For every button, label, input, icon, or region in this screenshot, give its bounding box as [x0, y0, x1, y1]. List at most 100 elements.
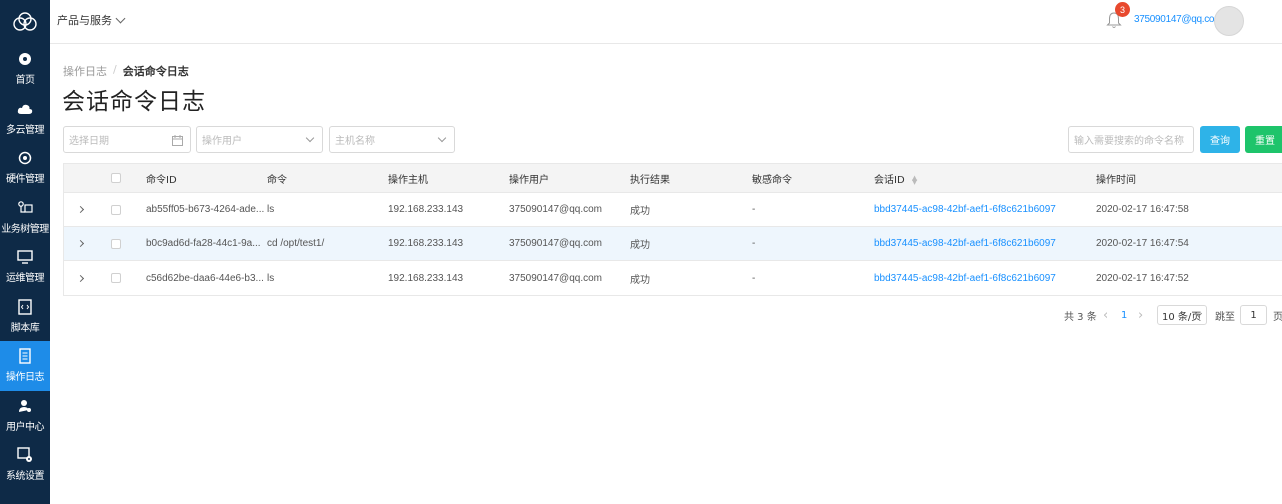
sidebar-item-cloud[interactable]: 多云管理 — [0, 94, 50, 144]
expand-row-icon[interactable] — [76, 239, 85, 248]
user-email-link[interactable]: 375090147@qq.com — [1134, 14, 1223, 25]
cloud-icon — [17, 101, 33, 117]
jump-label: 跳至 — [1215, 311, 1235, 323]
jump-page-input[interactable]: 1 — [1240, 305, 1267, 325]
sidebar-item-script[interactable]: 脚本库 — [0, 292, 50, 342]
sidebar-item-settings[interactable]: 系统设置 — [0, 440, 50, 490]
table-row[interactable]: ab55ff05-b673-4264-ade... ls 192.168.233… — [64, 193, 1282, 227]
home-icon — [17, 51, 33, 67]
cell-session-id-link[interactable]: bbd37445-ac98-42bf-aef1-6f8c621b6097 — [874, 273, 1056, 284]
next-page-button[interactable]: › — [1138, 305, 1143, 325]
command-search-placeholder: 输入需要搜索的命令名称 — [1074, 136, 1184, 147]
breadcrumb-separator: / — [113, 63, 117, 76]
query-button[interactable]: 查询 — [1200, 126, 1240, 153]
host-select[interactable]: 主机名称 — [329, 126, 455, 153]
sidebar-item-label: 运维管理 — [6, 273, 45, 285]
calendar-icon — [172, 135, 183, 146]
tree-icon — [17, 200, 33, 216]
date-picker-placeholder: 选择日期 — [69, 136, 109, 147]
column-header-session-id-label: 会话ID — [874, 174, 905, 186]
expand-row-icon[interactable] — [76, 205, 85, 214]
cell-command: ls — [267, 272, 275, 284]
table-row[interactable]: b0c9ad6d-fa28-44c1-9a... cd /opt/test1/ … — [64, 227, 1282, 261]
column-header-session-id[interactable]: 会话ID ▲ ▼ — [874, 171, 917, 186]
avatar[interactable] — [1214, 6, 1244, 36]
command-search-input[interactable]: 输入需要搜索的命令名称 — [1068, 126, 1194, 153]
row-checkbox[interactable] — [111, 204, 121, 215]
pagination-total: 共 3 条 — [1064, 311, 1097, 323]
expand-row-icon[interactable] — [76, 274, 85, 282]
table-row[interactable]: c56d62be-daa6-44e6-b3... ls 192.168.233.… — [64, 261, 1282, 295]
cell-sensitive: - — [752, 272, 756, 284]
sidebar-item-label: 首页 — [15, 75, 36, 87]
top-header: 产品与服务 — [50, 0, 1282, 44]
log-icon — [17, 348, 33, 364]
cell-user: 375090147@qq.com — [509, 238, 602, 249]
column-header-command: 命令 — [267, 174, 287, 186]
hardware-icon — [17, 150, 33, 166]
breadcrumb-parent[interactable]: 操作日志 — [63, 63, 107, 79]
cell-command-id: b0c9ad6d-fa28-44c1-9a... — [146, 238, 261, 249]
column-header-user: 操作用户 — [509, 174, 549, 186]
cell-time: 2020-02-17 16:47:58 — [1096, 204, 1189, 215]
user-select[interactable]: 操作用户 — [196, 126, 323, 153]
sidebar: 首页多云管理硬件管理 业务树管理运维管理脚本库操作日志用户中心系统设置 — [0, 0, 50, 504]
sidebar-item-label: 操作日志 — [6, 372, 45, 384]
column-header-time: 操作时间 — [1096, 174, 1136, 186]
cell-host: 192.168.233.143 — [388, 238, 464, 249]
cell-session-id-link[interactable]: bbd37445-ac98-42bf-aef1-6f8c621b6097 — [874, 204, 1056, 215]
page-size-select[interactable]: 10 条/页 — [1157, 305, 1207, 325]
products-label: 产品与服务 — [57, 14, 112, 27]
user-select-placeholder: 操作用户 — [202, 136, 242, 147]
logo[interactable] — [0, 0, 50, 44]
cell-host: 192.168.233.143 — [388, 204, 464, 215]
cell-result: 成功 — [630, 240, 650, 251]
cell-time: 2020-02-17 16:47:54 — [1096, 238, 1189, 249]
command-log-table: 命令ID 命令 操作主机 操作用户 执行结果 敏感命令 会话ID ▲ ▼ 操作时间… — [63, 163, 1282, 296]
cell-sensitive: - — [752, 204, 756, 215]
chevron-down-icon — [115, 13, 126, 23]
table-header: 命令ID 命令 操作主机 操作用户 执行结果 敏感命令 会话ID ▲ ▼ 操作时间 — [64, 164, 1282, 193]
sidebar-item-label: 多云管理 — [6, 124, 45, 136]
sidebar-item-label: 系统设置 — [6, 471, 45, 483]
notification-badge: 3 — [1115, 2, 1130, 17]
cell-session-id-link[interactable]: bbd37445-ac98-42bf-aef1-6f8c621b6097 — [874, 238, 1056, 249]
row-checkbox[interactable] — [111, 238, 121, 249]
sidebar-item-label: 用户中心 — [6, 421, 45, 433]
breadcrumb-current: 会话命令日志 — [122, 65, 189, 78]
page-size-value: 10 条/页 — [1162, 311, 1202, 323]
cell-command-id: ab55ff05-b673-4264-ade... — [146, 204, 265, 215]
column-header-host: 操作主机 — [388, 174, 428, 186]
sidebar-item-home[interactable]: 首页 — [0, 44, 50, 94]
cell-sensitive: - — [752, 238, 756, 249]
reset-button[interactable]: 重置 — [1245, 126, 1282, 153]
products-menu[interactable]: 产品与服务 — [57, 12, 126, 28]
sidebar-item-tree[interactable]: 业务树管理 — [0, 193, 50, 243]
cell-command-id: c56d62be-daa6-44e6-b3... — [146, 272, 264, 284]
sidebar-item-monitor[interactable]: 运维管理 — [0, 242, 50, 292]
sidebar-item-label: 脚本库 — [10, 322, 40, 334]
sort-icon[interactable]: ▲ ▼ — [912, 174, 917, 185]
prev-page-button[interactable]: ‹ — [1103, 305, 1108, 325]
column-header-result: 执行结果 — [630, 174, 670, 186]
sidebar-item-log[interactable]: 操作日志 — [0, 341, 50, 391]
date-picker[interactable]: 选择日期 — [63, 126, 191, 153]
select-all-checkbox[interactable] — [111, 173, 121, 183]
sidebar-nav: 首页多云管理硬件管理 业务树管理运维管理脚本库操作日志用户中心系统设置 — [0, 44, 50, 490]
cell-result: 成功 — [630, 274, 650, 286]
column-header-sensitive: 敏感命令 — [752, 174, 792, 186]
chevron-down-icon — [437, 133, 447, 143]
cell-time: 2020-02-17 16:47:52 — [1096, 272, 1189, 284]
sidebar-item-user[interactable]: 用户中心 — [0, 391, 50, 441]
cell-command: cd /opt/test1/ — [267, 238, 325, 249]
row-checkbox[interactable] — [111, 273, 121, 283]
page-number-current[interactable]: 1 — [1121, 305, 1127, 325]
cell-command: ls — [267, 204, 275, 215]
breadcrumb: 操作日志 / 会话命令日志 — [63, 63, 189, 79]
cell-user: 375090147@qq.com — [509, 272, 602, 284]
user-icon — [17, 398, 33, 414]
sidebar-item-hardware[interactable]: 硬件管理 — [0, 143, 50, 193]
column-header-command-id: 命令ID — [146, 174, 177, 186]
logo-icon — [13, 12, 37, 31]
cell-result: 成功 — [630, 206, 650, 217]
